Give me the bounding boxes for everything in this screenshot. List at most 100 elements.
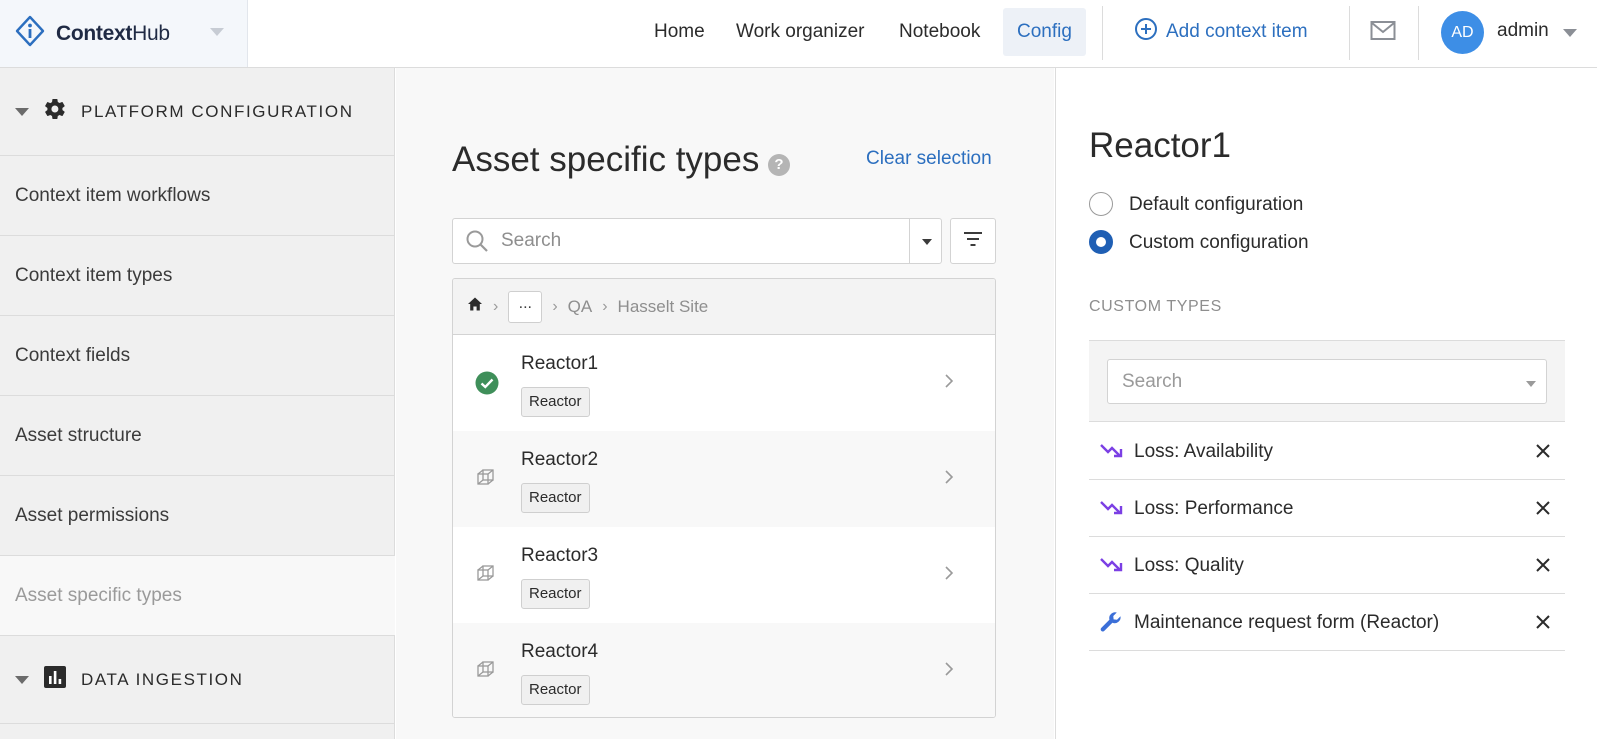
- custom-type-label: Maintenance request form (Reactor): [1134, 612, 1440, 633]
- custom-type-item: Loss: Quality: [1089, 537, 1565, 594]
- list-item-reactor2[interactable]: Reactor2 Reactor: [453, 431, 995, 527]
- check-circle-icon: [475, 371, 499, 400]
- detail-title: Reactor1: [1089, 126, 1232, 165]
- custom-type-label: Loss: Quality: [1134, 555, 1244, 576]
- custom-types-heading: CUSTOM TYPES: [1089, 298, 1222, 315]
- trending-down-icon: [1099, 439, 1125, 466]
- avatar[interactable]: AD: [1441, 11, 1484, 54]
- sidebar: PLATFORM CONFIGURATION Context item work…: [0, 68, 395, 739]
- plus-circle-icon: [1134, 17, 1166, 47]
- custom-type-item: Maintenance request form (Reactor): [1089, 594, 1565, 651]
- asset-type-tag: Reactor: [521, 675, 590, 705]
- custom-type-label: Loss: Performance: [1134, 498, 1294, 519]
- asset-name: Reactor4: [521, 641, 599, 662]
- sidebar-item-context-item-workflows[interactable]: Context item workflows: [0, 156, 394, 236]
- wrench-icon: [1099, 610, 1123, 639]
- filter-icon: [963, 231, 983, 252]
- cube-icon: [475, 659, 497, 686]
- asset-list-panel: Asset specific types ? Clear selection ›…: [396, 68, 1054, 739]
- caret-down-icon: [922, 239, 932, 245]
- custom-types-search[interactable]: [1107, 359, 1547, 404]
- trending-down-icon: [1099, 496, 1125, 523]
- custom-types-search-input[interactable]: [1122, 368, 1502, 396]
- chevron-down-icon: [15, 675, 29, 684]
- nav-notebook[interactable]: Notebook: [885, 8, 994, 56]
- divider: [1418, 6, 1419, 60]
- section-platform-configuration[interactable]: PLATFORM CONFIGURATION: [0, 68, 394, 156]
- chevron-down-icon[interactable]: [1563, 29, 1577, 37]
- divider: [1349, 6, 1350, 60]
- asset-name: Reactor1: [521, 353, 599, 374]
- nav-work-organizer[interactable]: Work organizer: [722, 8, 878, 56]
- mail-icon[interactable]: [1370, 20, 1396, 47]
- top-bar: ContextHub Home Work organizer Notebook …: [0, 0, 1597, 68]
- home-icon[interactable]: [467, 296, 483, 317]
- sidebar-item-asset-permissions[interactable]: Asset permissions: [0, 476, 394, 556]
- search-options-dropdown[interactable]: [909, 219, 942, 263]
- list-item-reactor4[interactable]: Reactor4 Reactor: [453, 623, 995, 717]
- cube-icon: [475, 467, 497, 494]
- user-name[interactable]: admin: [1497, 20, 1549, 42]
- asset-name: Reactor2: [521, 449, 599, 470]
- asset-detail-panel: Reactor1 Default configuration Custom co…: [1055, 68, 1597, 739]
- add-context-item-label: Add context item: [1166, 21, 1308, 42]
- gear-icon: [43, 97, 67, 126]
- brand-switcher[interactable]: ContextHub: [0, 0, 248, 67]
- chevron-down-icon: [15, 107, 29, 116]
- custom-types-search-area: [1089, 340, 1565, 422]
- close-icon[interactable]: [1535, 557, 1551, 578]
- sidebar-item-context-fields[interactable]: Context fields: [0, 316, 394, 396]
- asset-type-tag: Reactor: [521, 579, 590, 609]
- chevron-right-icon: [943, 370, 955, 397]
- sidebar-item-asset-specific-types[interactable]: Asset specific types: [0, 556, 395, 636]
- sidebar-item-context-item-types[interactable]: Context item types: [0, 236, 394, 316]
- breadcrumb-item-qa[interactable]: QA: [568, 297, 593, 317]
- section-title: PLATFORM CONFIGURATION: [81, 101, 354, 121]
- asset-type-tag: Reactor: [521, 483, 590, 513]
- nav-config[interactable]: Config: [1003, 8, 1086, 56]
- clear-selection-link[interactable]: Clear selection: [866, 148, 992, 170]
- asset-name: Reactor3: [521, 545, 599, 566]
- asset-search: [452, 218, 942, 264]
- search-input[interactable]: [501, 227, 901, 255]
- default-configuration-radio[interactable]: [1089, 192, 1113, 216]
- chevron-right-icon: [943, 562, 955, 589]
- contexthub-logo-icon: [14, 15, 46, 52]
- custom-configuration-radio[interactable]: [1089, 230, 1113, 254]
- brand-name: ContextHub: [56, 21, 170, 45]
- chevron-right-icon: [943, 466, 955, 493]
- list-item-reactor1[interactable]: Reactor1 Reactor: [453, 335, 995, 431]
- bar-chart-icon: [43, 665, 67, 694]
- filter-button[interactable]: [950, 218, 996, 264]
- chevron-down-icon: [210, 28, 224, 36]
- custom-configuration-label[interactable]: Custom configuration: [1129, 232, 1309, 254]
- chevron-right-icon: ›: [552, 297, 558, 315]
- caret-down-icon: [1526, 381, 1536, 387]
- help-icon[interactable]: ?: [768, 154, 790, 176]
- custom-type-label: Loss: Availability: [1134, 441, 1274, 462]
- default-configuration-label[interactable]: Default configuration: [1129, 194, 1303, 216]
- close-icon[interactable]: [1535, 443, 1551, 464]
- asset-type-tag: Reactor: [521, 387, 590, 417]
- list-item-reactor3[interactable]: Reactor3 Reactor: [453, 527, 995, 623]
- custom-type-item: Loss: Availability: [1089, 423, 1565, 480]
- breadcrumb-more-button[interactable]: ...: [508, 290, 543, 323]
- chevron-right-icon: [943, 658, 955, 685]
- close-icon[interactable]: [1535, 614, 1551, 635]
- cube-icon: [475, 563, 497, 590]
- chevron-right-icon: ›: [493, 297, 499, 315]
- trending-down-icon: [1099, 553, 1125, 580]
- section-data-ingestion[interactable]: DATA INGESTION: [0, 636, 394, 724]
- add-context-item-button[interactable]: Add context item: [1134, 8, 1308, 56]
- chevron-right-icon: ›: [602, 297, 608, 315]
- close-icon[interactable]: [1535, 500, 1551, 521]
- divider: [1102, 6, 1103, 60]
- nav-home[interactable]: Home: [640, 8, 719, 56]
- asset-list: › ... › QA › Hasselt Site Reactor1 React…: [452, 278, 996, 718]
- sidebar-item-asset-structure[interactable]: Asset structure: [0, 396, 394, 476]
- breadcrumb-item-hasselt-site[interactable]: Hasselt Site: [618, 297, 709, 317]
- section-title: DATA INGESTION: [81, 669, 244, 689]
- page-title: Asset specific types: [452, 140, 760, 179]
- custom-type-item: Loss: Performance: [1089, 480, 1565, 537]
- search-icon: [465, 229, 489, 258]
